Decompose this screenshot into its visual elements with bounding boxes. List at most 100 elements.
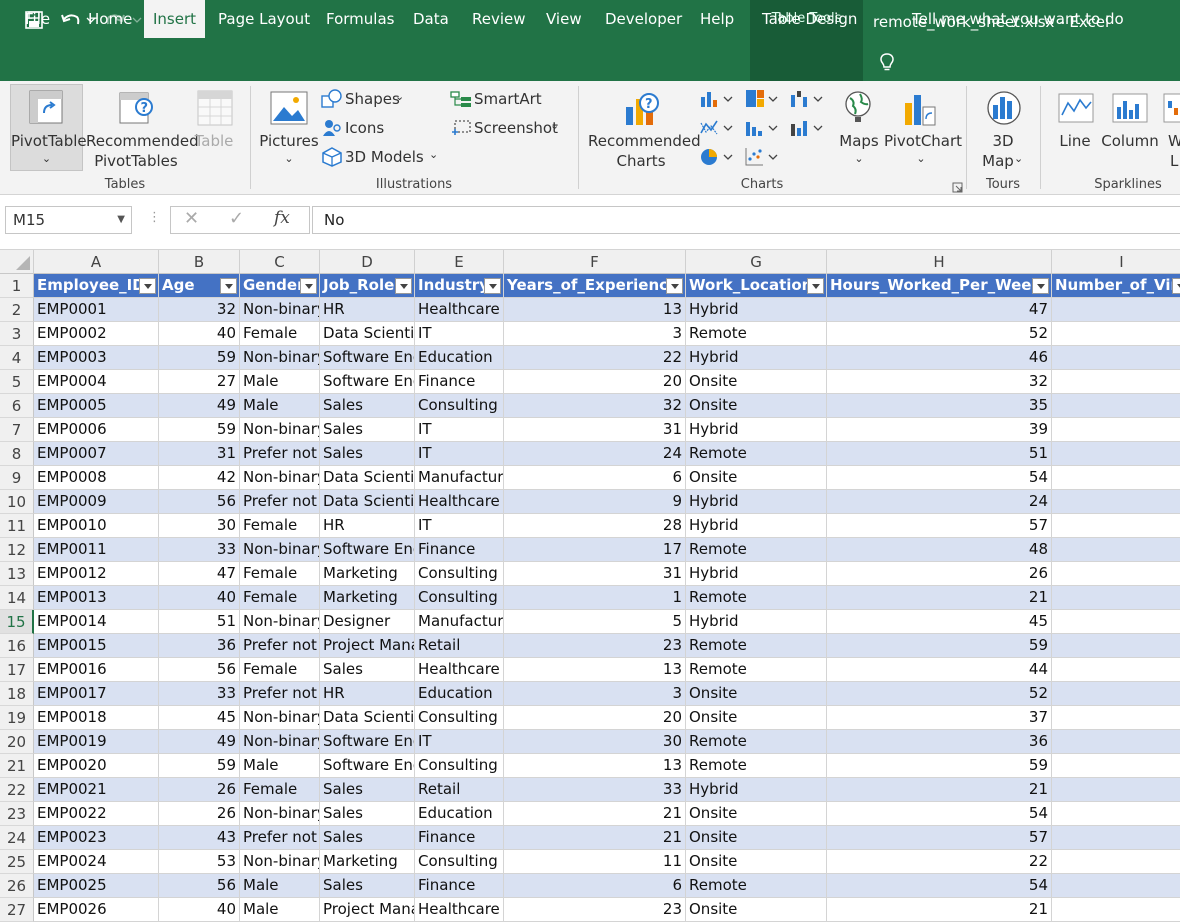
table-cell[interactable] [1052, 802, 1180, 826]
filter-dropdown-icon[interactable] [300, 278, 317, 294]
table-cell[interactable]: Data Scientist [320, 322, 415, 346]
table-cell[interactable]: Data Scientist [320, 706, 415, 730]
table-cell[interactable]: 5 [504, 610, 686, 634]
table-cell[interactable]: 26 [159, 802, 240, 826]
table-cell[interactable]: 32 [504, 394, 686, 418]
table-cell[interactable]: 11 [504, 850, 686, 874]
column-header-h[interactable]: H [827, 250, 1052, 274]
table-header-cell[interactable]: Job_Role [320, 274, 415, 298]
charts-dialog-launcher-icon[interactable] [952, 178, 963, 197]
table-cell[interactable]: 20 [504, 706, 686, 730]
filter-dropdown-icon[interactable] [484, 278, 501, 294]
recommended-pivottables-button[interactable]: Recommended [86, 131, 199, 151]
table-cell[interactable]: Non-binary [240, 466, 320, 490]
table-cell[interactable]: Consulting [415, 586, 504, 610]
table-cell[interactable]: Manufacturing [415, 610, 504, 634]
line-chart-icon[interactable] [700, 118, 734, 142]
row-header[interactable]: 2 [0, 298, 34, 322]
table-cell[interactable] [1052, 826, 1180, 850]
table-cell[interactable]: Male [240, 754, 320, 778]
table-cell[interactable]: EMP0018 [34, 706, 159, 730]
table-cell[interactable]: Project Manager [320, 634, 415, 658]
table-cell[interactable]: 33 [504, 778, 686, 802]
table-cell[interactable]: Onsite [686, 682, 827, 706]
table-cell[interactable]: EMP0003 [34, 346, 159, 370]
table-cell[interactable]: 59 [827, 754, 1052, 778]
table-header-cell[interactable]: Work_Location [686, 274, 827, 298]
table-cell[interactable] [1052, 874, 1180, 898]
table-cell[interactable]: Software Engineer [320, 370, 415, 394]
table-cell[interactable]: IT [415, 418, 504, 442]
table-cell[interactable]: 36 [159, 634, 240, 658]
table-cell[interactable]: 28 [504, 514, 686, 538]
table-cell[interactable]: 33 [159, 538, 240, 562]
table-cell[interactable]: 59 [159, 346, 240, 370]
table-cell[interactable]: 31 [504, 418, 686, 442]
table-cell[interactable]: 3 [504, 322, 686, 346]
table-cell[interactable]: Hybrid [686, 298, 827, 322]
column-header-f[interactable]: F [504, 250, 686, 274]
table-cell[interactable]: 24 [827, 490, 1052, 514]
table-cell[interactable]: 57 [827, 826, 1052, 850]
column-header-b[interactable]: B [159, 250, 240, 274]
table-cell[interactable]: Sales [320, 658, 415, 682]
row-header[interactable]: 6 [0, 394, 34, 418]
tab-page-layout[interactable]: Page Layout [218, 0, 310, 38]
row-header[interactable]: 27 [0, 898, 34, 922]
table-cell[interactable]: 23 [504, 634, 686, 658]
table-cell[interactable] [1052, 778, 1180, 802]
table-cell[interactable]: 21 [504, 802, 686, 826]
column-header-g[interactable]: G [686, 250, 827, 274]
row-header[interactable]: 5 [0, 370, 34, 394]
table-cell[interactable]: Hybrid [686, 778, 827, 802]
table-cell[interactable]: Hybrid [686, 562, 827, 586]
row-header[interactable]: 19 [0, 706, 34, 730]
table-cell[interactable]: Onsite [686, 802, 827, 826]
table-cell[interactable]: EMP0024 [34, 850, 159, 874]
table-cell[interactable]: Non-binary [240, 538, 320, 562]
row-header[interactable]: 23 [0, 802, 34, 826]
table-cell[interactable]: Education [415, 346, 504, 370]
pie-chart-icon[interactable] [700, 147, 734, 171]
table-cell[interactable]: 46 [827, 346, 1052, 370]
table-header-cell[interactable]: Years_of_Experience [504, 274, 686, 298]
table-cell[interactable]: Hybrid [686, 346, 827, 370]
3d-models-button[interactable]: 3D Models [345, 147, 424, 167]
table-cell[interactable]: EMP0020 [34, 754, 159, 778]
table-cell[interactable]: Finance [415, 538, 504, 562]
table-cell[interactable]: 59 [827, 634, 1052, 658]
column-chart-icon[interactable] [700, 89, 734, 113]
table-cell[interactable]: 51 [159, 610, 240, 634]
recommended-charts-button[interactable]: Recommended [588, 131, 701, 151]
table-cell[interactable]: Female [240, 562, 320, 586]
table-cell[interactable]: EMP0005 [34, 394, 159, 418]
table-cell[interactable]: EMP0012 [34, 562, 159, 586]
table-cell[interactable]: Sales [320, 778, 415, 802]
table-cell[interactable]: 13 [504, 658, 686, 682]
table-cell[interactable]: Sales [320, 874, 415, 898]
table-cell[interactable]: 30 [159, 514, 240, 538]
table-cell[interactable]: 40 [159, 898, 240, 922]
table-cell[interactable]: EMP0008 [34, 466, 159, 490]
table-cell[interactable]: Female [240, 658, 320, 682]
table-cell[interactable]: 51 [827, 442, 1052, 466]
table-header-cell[interactable]: Hours_Worked_Per_Week [827, 274, 1052, 298]
table-cell[interactable]: Non-binary [240, 706, 320, 730]
table-cell[interactable]: 21 [827, 586, 1052, 610]
table-cell[interactable]: IT [415, 322, 504, 346]
table-cell[interactable] [1052, 610, 1180, 634]
table-cell[interactable]: 26 [827, 562, 1052, 586]
row-header[interactable]: 14 [0, 586, 34, 610]
table-cell[interactable]: EMP0015 [34, 634, 159, 658]
pictures-button[interactable]: Pictures [256, 131, 322, 151]
table-cell[interactable]: Healthcare [415, 658, 504, 682]
table-cell[interactable]: 49 [159, 394, 240, 418]
table-cell[interactable]: Healthcare [415, 490, 504, 514]
worksheet-grid[interactable]: A B C D E F G H I 1 Employee_ID Age Gender Job_Role In… [0, 250, 1180, 922]
table-cell[interactable]: Non-binary [240, 346, 320, 370]
sparkline-column-button[interactable]: Column [1100, 131, 1160, 151]
table-cell[interactable]: 54 [827, 466, 1052, 490]
table-header-cell[interactable]: Employee_ID [34, 274, 159, 298]
table-cell[interactable]: EMP0007 [34, 442, 159, 466]
table-cell[interactable]: Remote [686, 730, 827, 754]
